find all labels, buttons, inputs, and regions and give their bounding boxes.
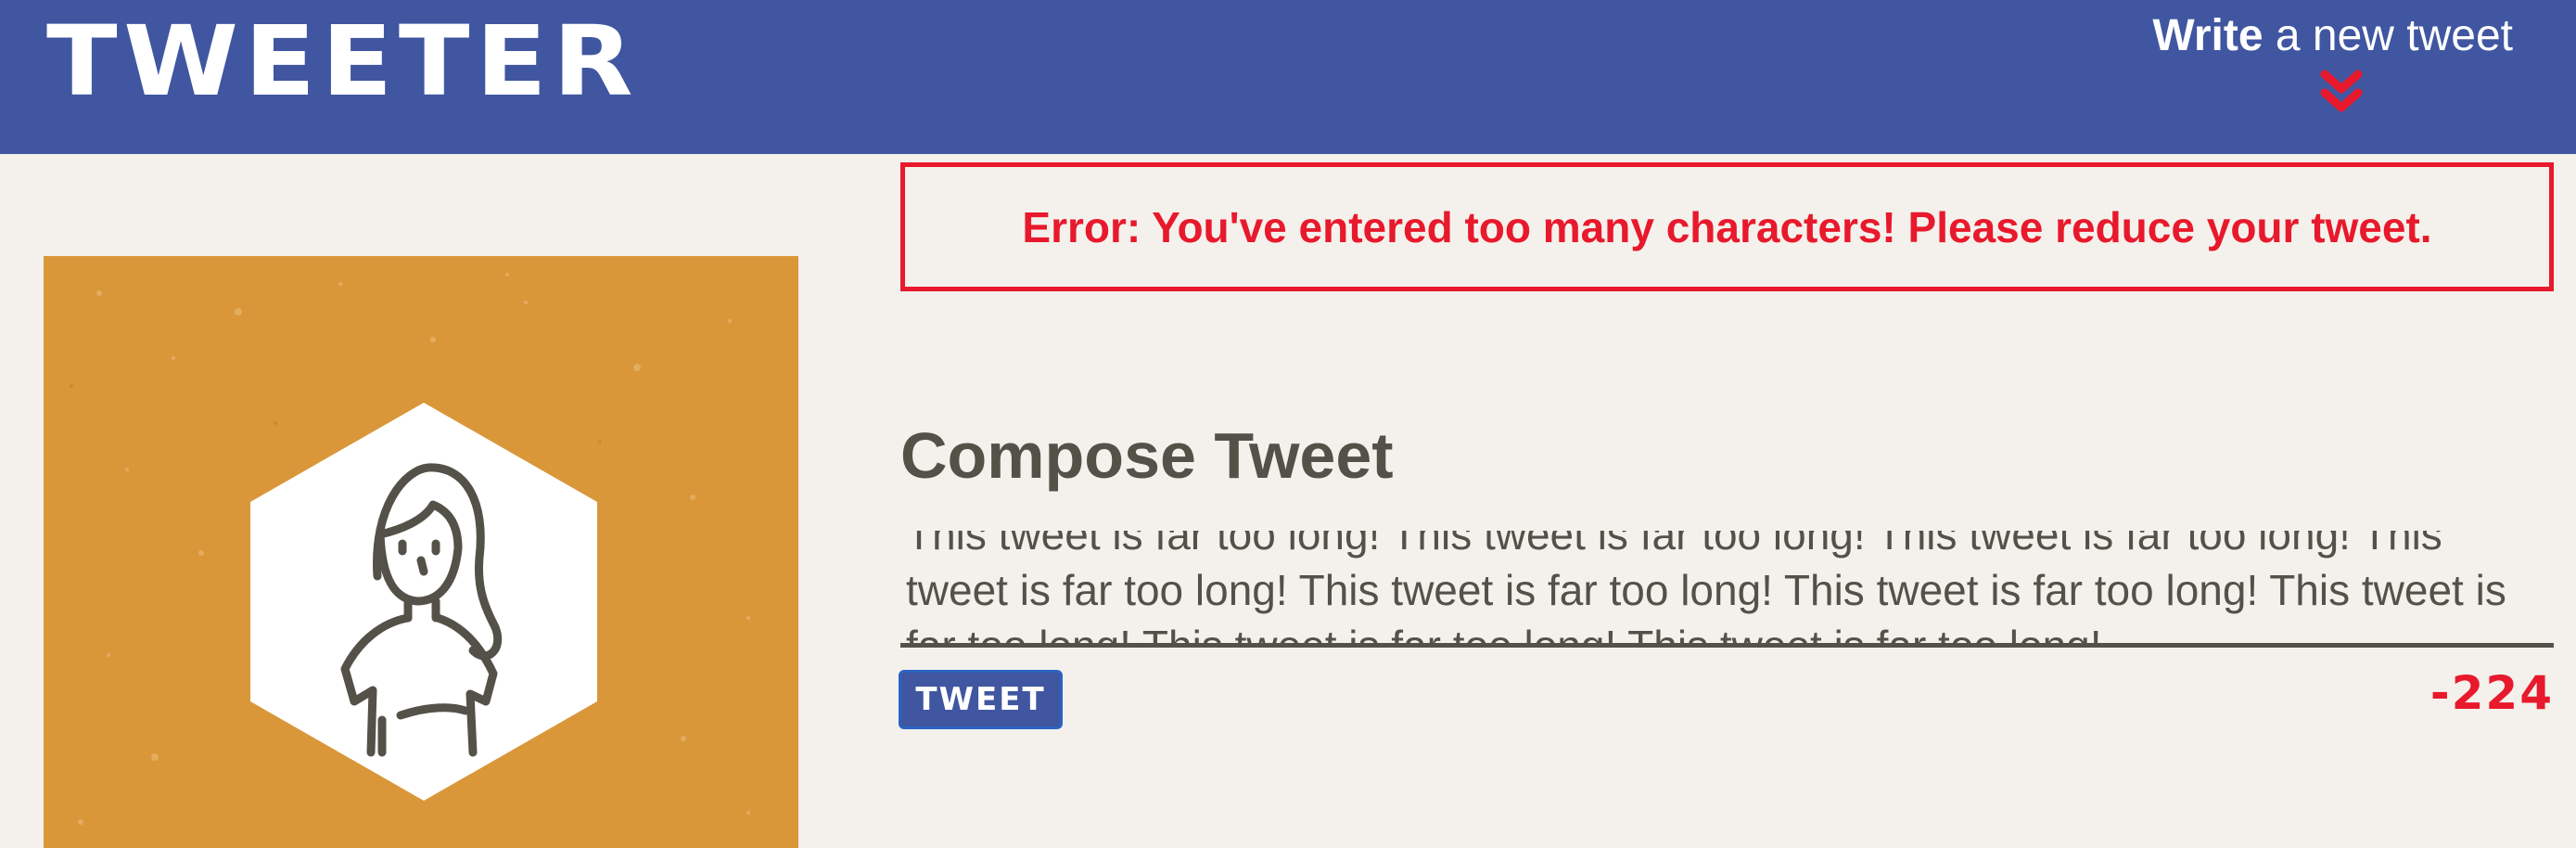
write-bold-text: Write — [2152, 11, 2264, 60]
write-new-tweet-label: Write a new tweet — [2031, 9, 2513, 63]
double-chevron-down-icon[interactable] — [2314, 69, 2369, 115]
write-rest-text: a new tweet — [2263, 11, 2513, 60]
navbar: TWEETER Write a new tweet — [0, 0, 2576, 154]
tweet-text-value: This tweet is far too long! This tweet i… — [906, 531, 2506, 648]
brand-logo: TWEETER — [46, 5, 640, 118]
tweet-textarea[interactable]: This tweet is far too long! This tweet i… — [900, 531, 2554, 648]
tweet-submit-button[interactable]: TWEET — [899, 670, 1063, 729]
woman-avatar-icon — [250, 403, 597, 801]
error-message-box: Error: You've entered too many character… — [900, 162, 2554, 291]
profile-panel — [44, 256, 798, 848]
character-counter: -224 — [2429, 666, 2554, 720]
compose-title: Compose Tweet — [900, 419, 1394, 492]
error-message: Error: You've entered too many character… — [1022, 202, 2432, 251]
write-new-tweet-toggle[interactable]: Write a new tweet — [2031, 9, 2513, 115]
